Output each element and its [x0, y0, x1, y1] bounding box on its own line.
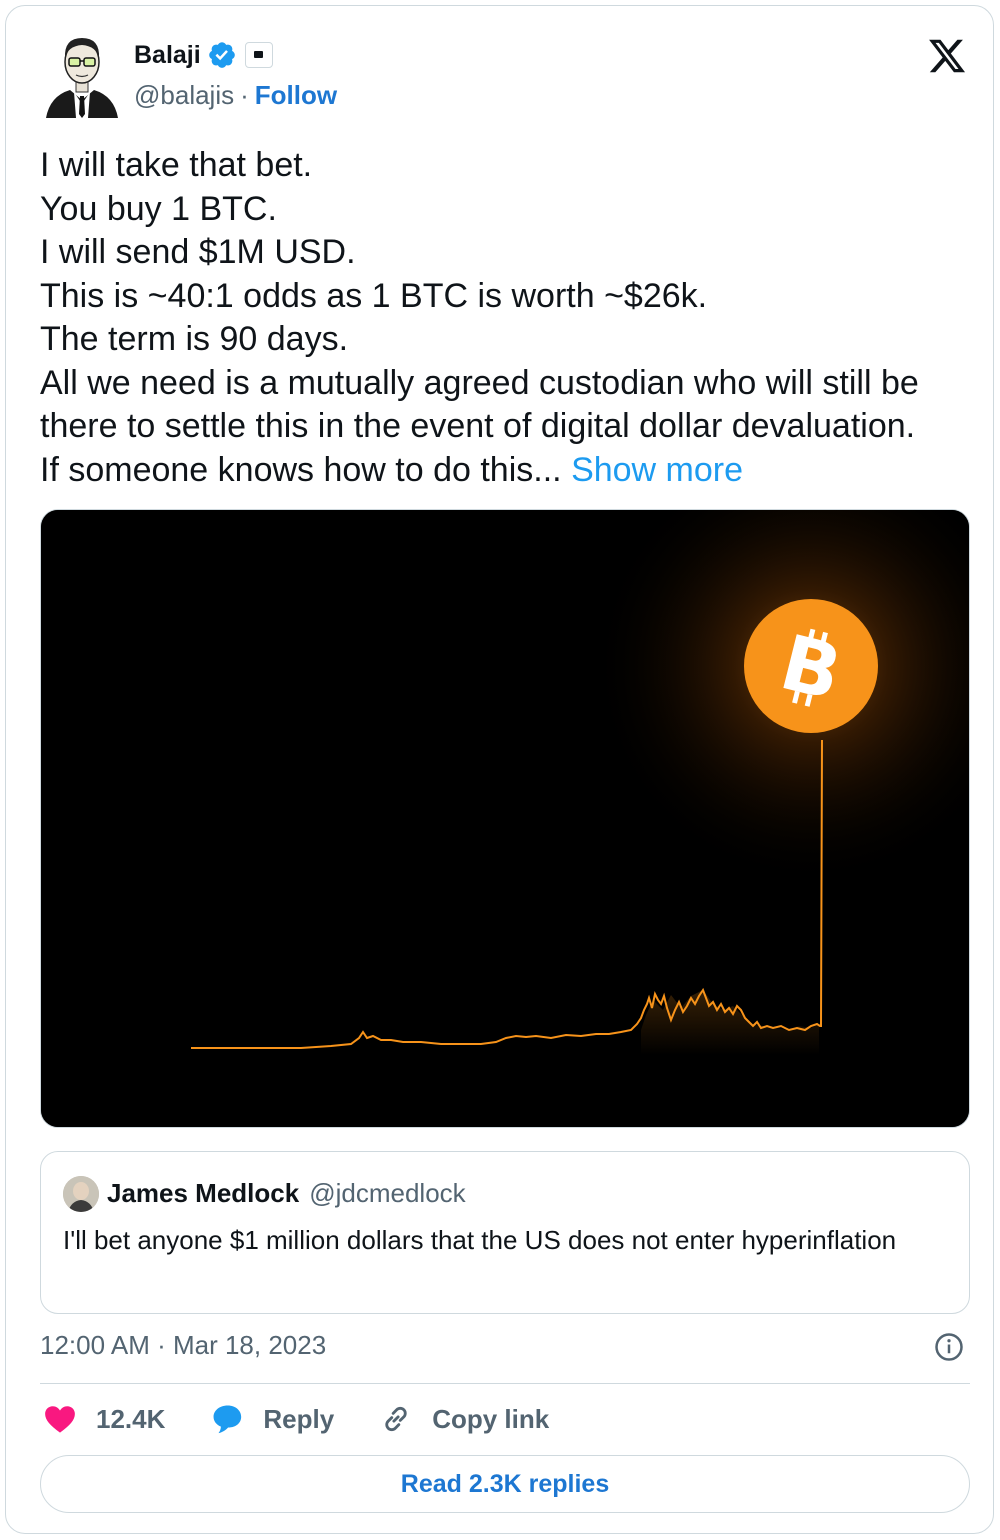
- tweet-text-truncated: If someone knows how to do this...: [40, 450, 572, 489]
- tweet-text-line: All we need is a mutually agreed custodi…: [40, 363, 919, 402]
- action-bar: 12.4K Reply Copy link: [42, 1402, 593, 1436]
- author-avatar[interactable]: [44, 30, 120, 118]
- author-name-row: Balaji: [134, 40, 273, 70]
- info-icon[interactable]: [934, 1332, 964, 1362]
- author-display-name[interactable]: Balaji: [134, 41, 201, 70]
- tweet-timestamp[interactable]: 12:00 AM · Mar 18, 2023: [40, 1330, 326, 1361]
- show-more-link[interactable]: Show more: [571, 451, 743, 489]
- reply-button[interactable]: Reply: [209, 1402, 334, 1436]
- tweet-text: I will take that bet. You buy 1 BTC. I w…: [40, 144, 970, 492]
- handle-separator: ·: [240, 80, 249, 110]
- quoted-tweet[interactable]: James Medlock @jdcmedlock I'll bet anyon…: [40, 1151, 970, 1314]
- bitcoin-chart-illustration: B: [41, 510, 969, 1127]
- copy-link-label: Copy link: [432, 1403, 550, 1434]
- quoted-author-handle: @jdcmedlock: [309, 1178, 466, 1208]
- tweet-text-line: there to settle this in the event of dig…: [40, 407, 916, 445]
- affiliation-badge-icon: [244, 42, 273, 68]
- tweet-media-image[interactable]: B: [40, 509, 970, 1128]
- reply-bubble-icon: [213, 1405, 242, 1434]
- quoted-author-avatar[interactable]: [63, 1176, 99, 1212]
- like-button[interactable]: 12.4K: [42, 1402, 165, 1436]
- author-handle-row: @balajis · Follow: [134, 80, 337, 111]
- tweet-text-last-line: If someone knows how to do this... Show …: [40, 449, 970, 493]
- quoted-author-name: James Medlock: [107, 1178, 300, 1208]
- author-handle[interactable]: @balajis: [134, 80, 234, 111]
- footer-divider: [40, 1383, 970, 1384]
- tweet-text-line: I will send $1M USD.: [40, 233, 356, 271]
- read-replies-button[interactable]: Read 2.3K replies: [40, 1455, 970, 1513]
- tweet-text-line: This is ~40:1 odds as 1 BTC is worth ~$2…: [40, 276, 708, 315]
- follow-button[interactable]: Follow: [255, 80, 337, 111]
- heart-icon: [45, 1406, 75, 1433]
- tweet-text-line: I will take that bet.: [40, 146, 313, 184]
- like-count: 12.4K: [96, 1403, 166, 1434]
- tweet-card: Balaji @balajis · Follow I will take tha…: [5, 5, 994, 1534]
- tweet-text-line: You buy 1 BTC.: [40, 189, 277, 228]
- tweet-text-line: The term is 90 days.: [40, 320, 349, 358]
- quoted-author-row: James Medlock @jdcmedlock: [107, 1178, 466, 1209]
- verified-badge-icon: [208, 42, 235, 68]
- x-logo-icon[interactable]: [926, 36, 968, 76]
- quoted-tweet-text: I'll bet anyone $1 million dollars that …: [63, 1225, 897, 1255]
- link-icon: [385, 1406, 407, 1432]
- reply-label: Reply: [263, 1403, 335, 1434]
- copy-link-button[interactable]: Copy link: [378, 1402, 549, 1436]
